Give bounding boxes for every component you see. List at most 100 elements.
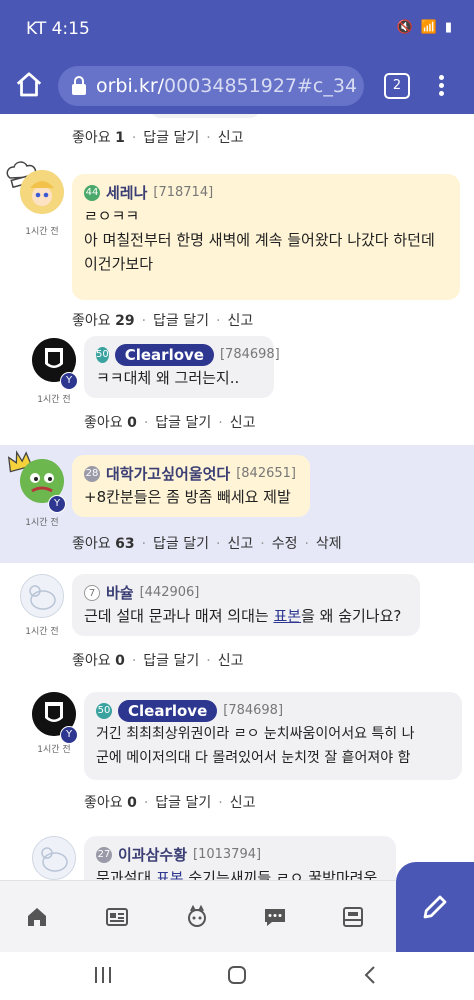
level-badge: 28 (84, 466, 100, 482)
like-button[interactable]: 좋아요 63 (72, 536, 135, 552)
username[interactable]: Clearlove (114, 344, 214, 366)
user-id: [784698] (223, 703, 284, 718)
timestamp: 1시간 전 (25, 627, 59, 637)
avatar[interactable] (20, 574, 64, 618)
comment-text: 이건가보다 (84, 255, 154, 273)
status-bar: KT 4:15 🔇 📶 ▮ (0, 0, 474, 58)
reply-button[interactable]: 답글 달기 (153, 536, 209, 552)
reply-button[interactable]: 답글 달기 (143, 130, 199, 146)
level-badge: 50 (96, 703, 112, 719)
comment-text: 아 며칠전부터 한명 새벽에 계속 들어왔다 나갔다 하던데 (84, 231, 435, 249)
username[interactable]: 이과삼수황 (118, 843, 187, 867)
comment-item: 좋아요 1 · 답글 달기 · 신고 (0, 114, 474, 154)
comment-bubble: 28 대학가고싶어울엇다 [842651] +8칸분들은 좀 방좀 빼세요 제발 (72, 455, 310, 517)
url-host: orbi.kr/ (96, 75, 165, 97)
back-icon[interactable] (360, 964, 382, 986)
comment-text: 근데 설대 문과나 매져 의대는 표본을 왜 숨기나요? (84, 607, 402, 625)
user-id: [842651] (236, 466, 296, 481)
comment-text: ㅋㅋ대체 왜 그러는지.. (96, 369, 240, 387)
report-button[interactable]: 신고 (218, 653, 244, 669)
timestamp: 1시간 전 (37, 745, 71, 755)
tab-switcher-button[interactable]: 2 (384, 73, 410, 99)
timestamp: 1시간 전 (25, 518, 59, 528)
user-id: [784698] (219, 347, 280, 362)
comment-text: 문과설대 표본 숨기는새끼들 ㄹㅇ 꿀밤마려움 (96, 866, 384, 880)
comment-item: Y 1시간 전 50 Clearlove [784698] ㅋㅋ대체 왜 그러는… (0, 332, 474, 442)
username[interactable]: 대학가고싶어울엇다 (106, 462, 230, 486)
delete-button[interactable]: 삭제 (316, 536, 342, 552)
lock-icon (72, 76, 86, 95)
comment-text: +8칸분들은 좀 방좀 빼세요 제발 (84, 488, 291, 506)
avatar[interactable] (20, 170, 64, 214)
comment-bubble: 50 Clearlove [784698] 거긴 최최최상위권이라 ㄹㅇ 눈치싸… (84, 692, 462, 780)
recent-apps-icon[interactable] (92, 964, 114, 986)
overflow-menu-icon[interactable] (437, 72, 445, 100)
comment-actions: 좋아요 0 · 답글 달기 · 신고 (72, 653, 244, 669)
comment-bubble: 7 바슐 [442906] 근데 설대 문과나 매져 의대는 표본을 왜 숨기나… (72, 574, 420, 636)
comment-bubble: 27 이과삼수황 [1013794] 문과설대 표본 숨기는새끼들 ㄹㅇ 꿀밤마… (84, 836, 396, 880)
comment-bubble: 44 세레나 [718714] ㄹㅇㅋㅋ 아 며칠전부터 한명 새벽에 계속 들… (72, 174, 460, 300)
report-button[interactable]: 신고 (230, 415, 256, 431)
news-icon[interactable] (104, 905, 130, 929)
like-button[interactable]: 좋아요 1 (72, 130, 125, 146)
username[interactable]: 세레나 (106, 181, 147, 205)
comment-actions: 좋아요 29 · 답글 달기 · 신고 (72, 313, 254, 329)
comment-actions: 좋아요 0 · 답글 달기 · 신고 (84, 415, 256, 431)
comment-actions: 좋아요 1 · 답글 달기 · 신고 (72, 130, 244, 146)
level-badge: 7 (84, 585, 100, 601)
write-button[interactable] (396, 862, 474, 952)
comment-item: Y 1시간 전 50 Clearlove [784698] 거긴 최최최상위권이… (0, 686, 474, 826)
chat-icon[interactable] (262, 905, 288, 929)
status-time: KT 4:15 (26, 19, 90, 39)
keyword-link[interactable]: 표본 (273, 607, 301, 625)
like-button[interactable]: 좋아요 29 (72, 313, 135, 329)
wifi-icon: 📶 (420, 20, 437, 35)
user-id: [442906] (139, 585, 200, 600)
comment-item: 1시간 전 7 바슐 [442906] 근데 설대 문과나 매져 의대는 표본을… (0, 570, 474, 680)
pencil-icon (423, 895, 447, 919)
comment-bubble: 50 Clearlove [784698] ㅋㅋ대체 왜 그러는지.. (84, 336, 280, 398)
reply-button[interactable]: 답글 달기 (153, 313, 209, 329)
battery-icon: ▮ (444, 20, 452, 35)
like-button[interactable]: 좋아요 0 (72, 653, 125, 669)
address-bar[interactable]: orbi.kr/00034851927#c_34 (58, 66, 364, 106)
board-icon[interactable] (340, 905, 366, 929)
home-button-icon[interactable] (226, 964, 248, 986)
comment-list: 좋아요 1 · 답글 달기 · 신고 1시간 전 44 세레나 [718714] ㄹㅇㅋ… (0, 114, 474, 880)
home-nav-icon[interactable] (24, 905, 50, 929)
browser-toolbar: orbi.kr/00034851927#c_34 2 (0, 58, 474, 114)
avatar[interactable] (32, 836, 76, 880)
comment-actions: 좋아요 63 · 답글 달기 · 신고 · 수정 · 삭제 (72, 536, 342, 552)
timestamp: 1시간 전 (37, 395, 71, 405)
report-button[interactable]: 신고 (218, 130, 244, 146)
keyword-link[interactable]: 표본 (156, 869, 184, 880)
report-button[interactable]: 신고 (230, 795, 256, 811)
report-button[interactable]: 신고 (227, 313, 253, 329)
comment-item: 1시간 전 44 세레나 [718714] ㄹㅇㅋㅋ 아 며칠전부터 한명 새벽… (0, 160, 474, 329)
like-button[interactable]: 좋아요 0 (84, 415, 137, 431)
reply-button[interactable]: 답글 달기 (143, 653, 199, 669)
comment-text: 군에 메이저의대 다 몰려있어서 눈치껏 잘 흩어져야 함 (96, 750, 411, 766)
comment-actions: 좋아요 0 · 답글 달기 · 신고 (84, 795, 256, 811)
mute-icon: 🔇 (396, 20, 413, 35)
username[interactable]: 바슐 (106, 581, 134, 605)
level-badge: 50 (96, 347, 109, 363)
level-badge: 27 (96, 847, 112, 863)
reply-button[interactable]: 답글 달기 (155, 795, 211, 811)
edit-button[interactable]: 수정 (272, 536, 298, 552)
user-id: [718714] (153, 185, 214, 200)
verified-badge: Y (60, 372, 78, 390)
comment-item-highlighted: Y 1시간 전 28 대학가고싶어울엇다 [842651] +8칸분들은 좀 방… (0, 445, 474, 563)
verified-badge: Y (48, 495, 66, 513)
comment-text: 거긴 최최최상위권이라 ㄹㅇ 눈치싸움이어서요 특히 나 (96, 726, 415, 742)
user-id: [1013794] (193, 847, 262, 862)
level-badge: 44 (84, 185, 100, 201)
mascot-icon[interactable] (184, 905, 210, 929)
home-icon[interactable] (14, 70, 44, 100)
like-button[interactable]: 좋아요 0 (84, 795, 137, 811)
status-icons: 🔇 📶 ▮ (396, 20, 452, 35)
reply-button[interactable]: 답글 달기 (155, 415, 211, 431)
report-button[interactable]: 신고 (227, 536, 253, 552)
comment-text: ㄹㅇㅋㅋ (84, 207, 140, 225)
username[interactable]: Clearlove (118, 700, 218, 722)
